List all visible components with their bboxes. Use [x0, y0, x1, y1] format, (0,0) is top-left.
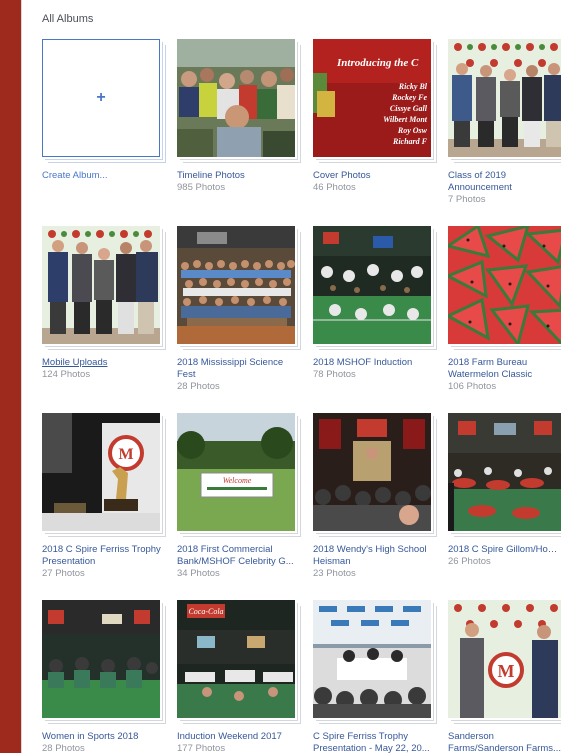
svg-text:Wilbert Mont: Wilbert Mont — [383, 115, 428, 124]
album-name[interactable]: Cover Photos — [313, 170, 437, 182]
album-tile[interactable]: 2018 Farm Bureau Watermelon Classic 106 … — [448, 226, 561, 393]
album-name[interactable]: Sanderson Farms/Sanderson Farms... — [448, 731, 561, 753]
album-cover-group-portrait-icon[interactable] — [42, 226, 160, 344]
album-cover-crowd-photo-icon[interactable] — [177, 39, 295, 157]
album-cover-event-hall-icon[interactable]: Coca-Cola — [177, 600, 295, 718]
album-photo-count: 177 Photos — [177, 743, 226, 753]
album-name[interactable]: C Spire Ferriss Trophy Presentation - Ma… — [313, 731, 437, 753]
album-photo-count: 26 Photos — [448, 556, 491, 567]
album-name[interactable]: 2018 Farm Bureau Watermelon Classic — [448, 357, 561, 381]
album-name[interactable]: Induction Weekend 2017 — [177, 731, 301, 743]
album-tile[interactable]: 2018 C Spire Gillom/Howell Trophy Presen… — [448, 413, 561, 568]
create-album-tile[interactable]: + Create Album... — [42, 39, 166, 182]
svg-text:Ricky Bl: Ricky Bl — [398, 82, 428, 91]
album-photo-count: 46 Photos — [313, 182, 356, 193]
album-cover-banquet-icon[interactable] — [42, 600, 160, 718]
create-album-button[interactable]: + — [42, 39, 160, 157]
album-name[interactable]: Mobile Uploads — [42, 357, 166, 369]
album-cover-press-conference-icon[interactable] — [313, 600, 431, 718]
album-tile[interactable]: Introducing the C Ricky Bl Rockey Fe Cis… — [313, 39, 437, 194]
album-cover-golf-banner-icon[interactable]: Welcome — [177, 413, 295, 531]
album-tile[interactable]: 2018 Wendy's High School Heisman 23 Phot… — [313, 413, 437, 580]
album-photo-count: 985 Photos — [177, 182, 226, 193]
album-photo-count: 78 Photos — [313, 369, 356, 380]
album-cover-trophy-icon[interactable]: M — [42, 413, 160, 531]
album-cover-banner-icon[interactable]: Introducing the C Ricky Bl Rockey Fe Cis… — [313, 39, 431, 157]
album-cover-group-portrait-icon[interactable]: M — [448, 600, 561, 718]
album-name[interactable]: 2018 MSHOF Induction — [313, 357, 437, 369]
album-photo-count: 23 Photos — [313, 568, 356, 579]
album-photo-count: 34 Photos — [177, 568, 220, 579]
album-tile[interactable]: Mobile Uploads 124 Photos — [42, 226, 166, 381]
albums-panel: All Albums + Create Album... Timeline Ph… — [21, 0, 561, 753]
album-cover-watermelon-icon[interactable] — [448, 226, 561, 344]
album-tile[interactable]: Women in Sports 2018 28 Photos — [42, 600, 166, 753]
section-title: All Albums — [42, 13, 94, 25]
album-tile[interactable]: M Sanderson Farms/Sanderson Farms... — [448, 600, 561, 753]
album-cover-group-photo-icon[interactable] — [177, 226, 295, 344]
album-cover-group-portrait-icon[interactable] — [448, 39, 561, 157]
create-album-link[interactable]: Create Album... — [42, 170, 166, 182]
album-photo-count: 106 Photos — [448, 381, 497, 392]
album-cover-banquet-icon[interactable] — [448, 413, 561, 531]
coca-cola-sign: Coca-Cola — [188, 607, 223, 616]
album-name[interactable]: Women in Sports 2018 — [42, 731, 166, 743]
album-name[interactable]: 2018 First Commercial Bank/MSHOF Celebri… — [177, 544, 301, 568]
album-cover-banquet-icon[interactable] — [313, 413, 431, 531]
svg-text:M: M — [118, 446, 133, 463]
album-photo-count: 28 Photos — [42, 743, 85, 753]
svg-text:Richard F: Richard F — [392, 137, 428, 146]
album-cover-event-hall-icon[interactable] — [313, 226, 431, 344]
svg-text:Rockey Fe: Rockey Fe — [391, 93, 427, 102]
plus-icon: + — [96, 89, 106, 106]
banner-text: Welcome — [223, 476, 252, 485]
album-photo-count: 7 Photos — [448, 194, 486, 205]
album-tile[interactable]: Class of 2019 Announcement 7 Photos — [448, 39, 561, 206]
album-name[interactable]: 2018 C Spire Ferriss Trophy Presentation — [42, 544, 166, 568]
album-name[interactable]: 2018 Mississippi Science Fest — [177, 357, 301, 381]
album-tile[interactable]: 2018 Mississippi Science Fest 28 Photos — [177, 226, 301, 393]
banner-title: Introducing the C — [336, 57, 419, 69]
album-name[interactable]: 2018 Wendy's High School Heisman — [313, 544, 437, 568]
album-photo-count: 124 Photos — [42, 369, 91, 380]
album-tile[interactable]: M 2018 C Spire Ferriss Trophy Presentati… — [42, 413, 166, 580]
album-tile[interactable]: Coca-Cola Induction Weekend 2017 177 Pho… — [177, 600, 301, 753]
album-photo-count: 27 Photos — [42, 568, 85, 579]
svg-text:M: M — [498, 661, 515, 681]
album-photo-count: 28 Photos — [177, 381, 220, 392]
album-name[interactable]: Timeline Photos — [177, 170, 301, 182]
album-tile[interactable]: C Spire Ferriss Trophy Presentation - Ma… — [313, 600, 437, 753]
svg-text:Roy Osw: Roy Osw — [397, 126, 428, 135]
album-tile[interactable]: Welcome 2018 First Commercial Bank/MSHOF… — [177, 413, 301, 580]
album-name[interactable]: Class of 2019 Announcement — [448, 170, 561, 194]
album-tile[interactable]: 2018 MSHOF Induction 78 Photos — [313, 226, 437, 381]
album-name[interactable]: 2018 C Spire Gillom/Howell Trophy Presen… — [448, 544, 561, 556]
svg-text:Cissye Gall: Cissye Gall — [390, 104, 428, 113]
album-tile[interactable]: Timeline Photos 985 Photos — [177, 39, 301, 194]
